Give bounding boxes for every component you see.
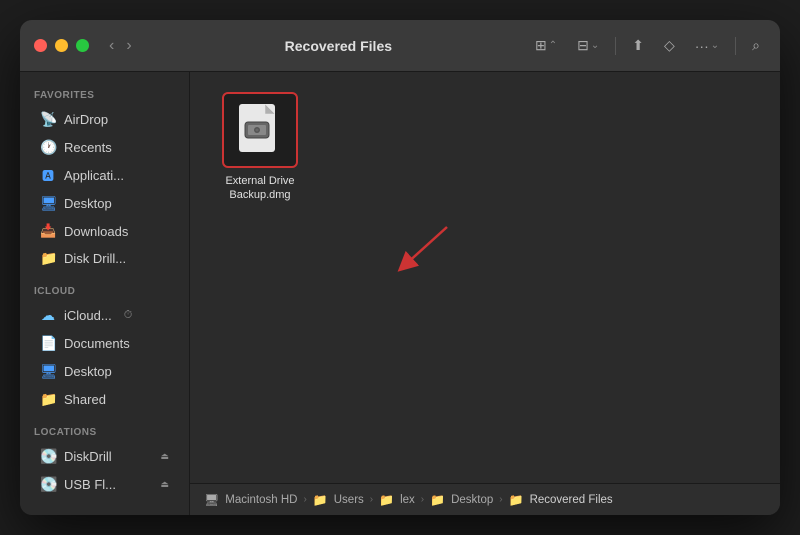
applications-icon: 🅰 xyxy=(40,167,56,184)
more-button[interactable]: ··· ⌄ xyxy=(689,35,725,57)
view-list-chevron: ⌄ xyxy=(591,40,599,51)
usb-icon: 💽 xyxy=(40,476,56,493)
share-button[interactable]: ⬆ xyxy=(626,34,650,57)
sidebar: Favorites 📡 AirDrop 🕐 Recents 🅰 Applicat… xyxy=(20,72,190,515)
sidebar-label-diskdrill-loc: DiskDrill xyxy=(64,449,112,464)
shared-icon: 📁 xyxy=(40,391,56,408)
tag-button[interactable]: ◇ xyxy=(658,34,681,57)
airdrop-icon: 📡 xyxy=(40,111,56,128)
more-icon: ··· xyxy=(695,38,709,54)
breadcrumb-desktop[interactable]: 📁 Desktop xyxy=(430,493,493,507)
tag-icon: ◇ xyxy=(664,37,675,54)
icloud-loader: ⏱ xyxy=(124,309,133,322)
main-content: External DriveBackup.dmg 🖥 Macintosh xyxy=(190,72,780,515)
sidebar-label-desktop-icloud: Desktop xyxy=(64,364,112,379)
sidebar-section-locations: Locations xyxy=(20,419,189,442)
forward-button[interactable]: › xyxy=(122,35,135,57)
sidebar-label-desktop-fav: Desktop xyxy=(64,196,112,211)
titlebar: ‹ › Recovered Files ⊞ ⌃ ⊟ ⌄ ⬆ ◇ ··· xyxy=(20,20,780,72)
file-item-dmg[interactable]: External DriveBackup.dmg xyxy=(210,92,310,203)
sidebar-label-airdrop: AirDrop xyxy=(64,112,108,127)
traffic-lights xyxy=(34,39,89,52)
sidebar-item-downloads[interactable]: 📥 Downloads xyxy=(26,218,183,244)
sidebar-item-diskdrill-fav[interactable]: 📁 Disk Drill... xyxy=(26,245,183,272)
breadcrumb-users-label: Users xyxy=(334,494,364,506)
sidebar-label-diskdrill-fav: Disk Drill... xyxy=(64,251,126,266)
search-icon: ⌕ xyxy=(752,37,760,54)
sidebar-label-usb: USB Fl... xyxy=(64,477,116,492)
recents-icon: 🕐 xyxy=(40,139,56,156)
sidebar-label-shared: Shared xyxy=(64,392,106,407)
sidebar-label-downloads: Downloads xyxy=(64,224,128,239)
sep-1: › xyxy=(303,494,306,505)
view-list-button[interactable]: ⊟ ⌄ xyxy=(571,34,605,57)
diskdrill-loc-icon: 💽 xyxy=(40,448,56,465)
sidebar-item-usb[interactable]: 💽 USB Fl... ⏏ xyxy=(26,471,183,498)
minimize-button[interactable] xyxy=(55,39,68,52)
sep-4: › xyxy=(499,494,502,505)
macintosh-hd-label: Macintosh HD xyxy=(225,494,297,506)
sidebar-label-icloud: iCloud... xyxy=(64,308,112,323)
arrow-annotation xyxy=(375,217,455,277)
sidebar-label-documents: Documents xyxy=(64,336,130,351)
breadcrumb-recovered-files-label: Recovered Files xyxy=(530,494,613,506)
lex-folder-icon: 📁 xyxy=(379,493,394,507)
diskdrill-eject-icon[interactable]: ⏏ xyxy=(160,451,169,462)
view-list-label: ⊟ xyxy=(577,37,589,54)
view-chevron: ⌃ xyxy=(549,40,557,51)
sidebar-section-icloud: iCloud xyxy=(20,278,189,301)
diskdrill-fav-icon: 📁 xyxy=(40,250,56,267)
file-label-dmg: External DriveBackup.dmg xyxy=(225,174,294,203)
files-area: External DriveBackup.dmg xyxy=(190,72,780,483)
sidebar-item-desktop-icloud[interactable]: 🖥 Desktop xyxy=(26,358,183,385)
window-title: Recovered Files xyxy=(285,38,392,54)
sidebar-item-applications[interactable]: 🅰 Applicati... xyxy=(26,162,183,189)
file-icon-container xyxy=(222,92,298,168)
breadcrumb-lex-label: lex xyxy=(400,494,415,506)
breadcrumb-lex[interactable]: 📁 lex xyxy=(379,493,415,507)
desktop-folder-icon: 📁 xyxy=(430,493,445,507)
sidebar-label-applications: Applicati... xyxy=(64,168,124,183)
usb-eject-icon[interactable]: ⏏ xyxy=(160,479,169,490)
desktop-icloud-icon: 🖥 xyxy=(40,363,56,380)
users-folder-icon: 📁 xyxy=(313,493,328,507)
back-button[interactable]: ‹ xyxy=(105,35,118,57)
sidebar-label-recents: Recents xyxy=(64,140,112,155)
breadcrumb-users[interactable]: 📁 Users xyxy=(313,493,364,507)
breadcrumb-macintosh-hd[interactable]: 🖥 Macintosh HD xyxy=(204,493,297,507)
fullscreen-button[interactable] xyxy=(76,39,89,52)
sidebar-item-airdrop[interactable]: 📡 AirDrop xyxy=(26,106,183,133)
nav-buttons: ‹ › xyxy=(105,35,136,57)
sep-3: › xyxy=(421,494,424,505)
toolbar-sep-1 xyxy=(615,37,616,55)
downloads-icon: 📥 xyxy=(40,223,56,239)
more-chevron: ⌄ xyxy=(711,40,719,51)
sidebar-item-recents[interactable]: 🕐 Recents xyxy=(26,134,183,161)
recovered-files-folder-icon: 📁 xyxy=(509,493,524,507)
desktop-fav-icon: 🖥 xyxy=(40,195,56,212)
sidebar-item-documents[interactable]: 📄 Documents xyxy=(26,330,183,357)
sidebar-item-diskdrill-loc[interactable]: 💽 DiskDrill ⏏ xyxy=(26,443,183,470)
macintosh-hd-icon: 🖥 xyxy=(204,493,219,507)
view-icon-label: ⊞ xyxy=(535,37,547,54)
sidebar-item-desktop-fav[interactable]: 🖥 Desktop xyxy=(26,190,183,217)
finder-window: ‹ › Recovered Files ⊞ ⌃ ⊟ ⌄ ⬆ ◇ ··· xyxy=(20,20,780,515)
sidebar-section-favorites: Favorites xyxy=(20,82,189,105)
toolbar-sep-2 xyxy=(735,37,736,55)
toolbar-right: ⊞ ⌃ ⊟ ⌄ ⬆ ◇ ··· ⌄ ⌕ xyxy=(529,34,766,57)
sep-2: › xyxy=(370,494,373,505)
breadcrumb-recovered-files[interactable]: 📁 Recovered Files xyxy=(509,493,613,507)
close-button[interactable] xyxy=(34,39,47,52)
search-button[interactable]: ⌕ xyxy=(746,34,766,57)
icloud-icon: ☁ xyxy=(40,307,56,324)
share-icon: ⬆ xyxy=(632,37,644,54)
sidebar-item-shared[interactable]: 📁 Shared xyxy=(26,386,183,413)
documents-icon: 📄 xyxy=(40,335,56,352)
dmg-doc-icon xyxy=(237,102,283,158)
breadcrumb-desktop-label: Desktop xyxy=(451,494,493,506)
sidebar-item-icloud[interactable]: ☁ iCloud... ⏱ xyxy=(26,302,183,329)
view-icon-button[interactable]: ⊞ ⌃ xyxy=(529,34,563,57)
statusbar: 🖥 Macintosh HD › 📁 Users › 📁 lex › 📁 Des… xyxy=(190,483,780,515)
content-area: Favorites 📡 AirDrop 🕐 Recents 🅰 Applicat… xyxy=(20,72,780,515)
